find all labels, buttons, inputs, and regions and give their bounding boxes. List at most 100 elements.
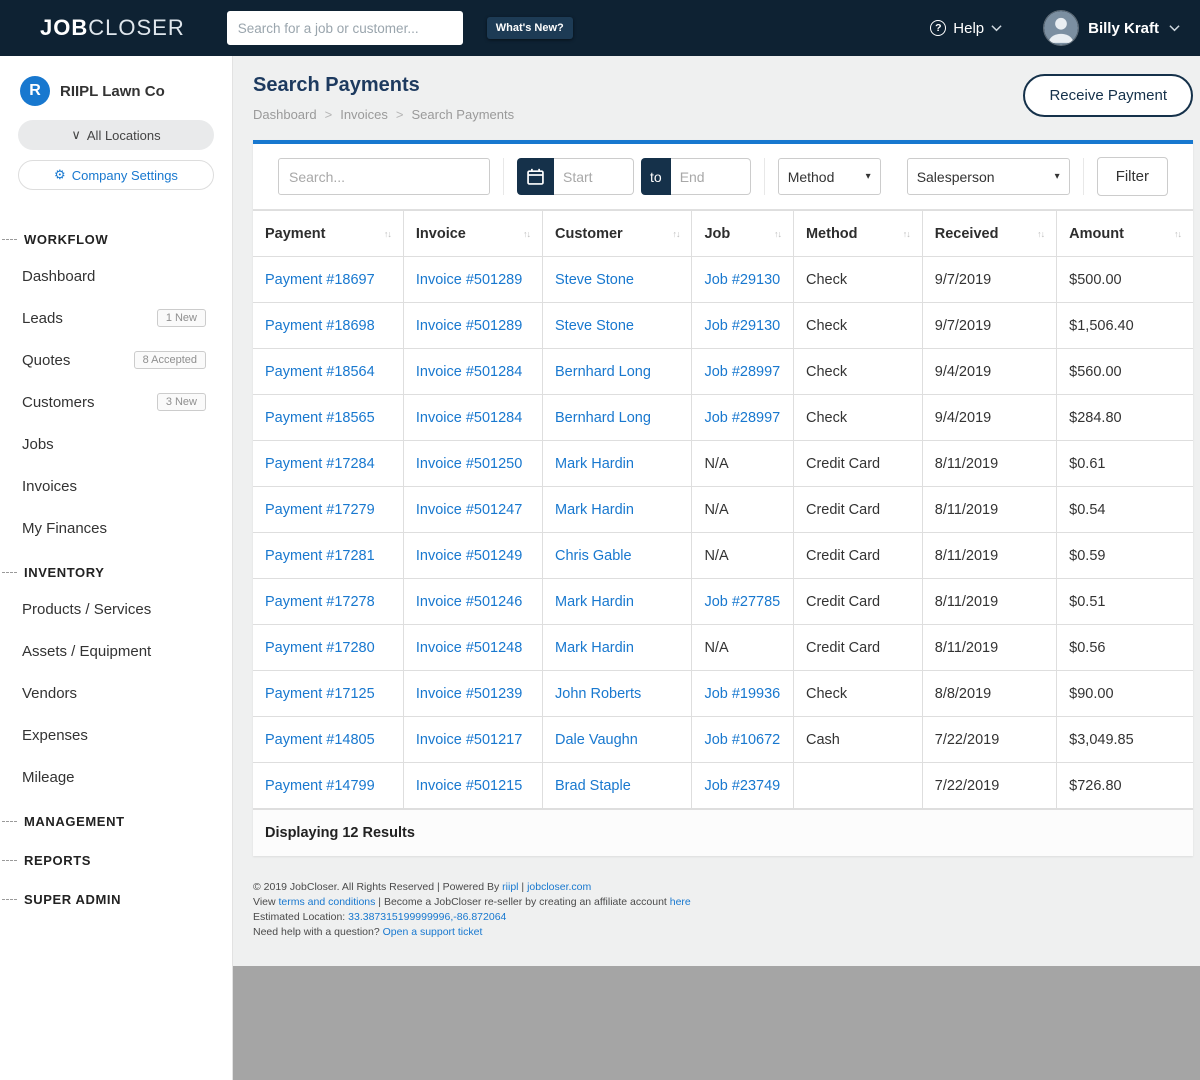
sidebar-section-inventory[interactable]: INVENTORY xyxy=(0,549,232,588)
customer-link[interactable]: Dale Vaughn xyxy=(555,732,638,748)
invoice-link[interactable]: Invoice #501217 xyxy=(416,732,522,748)
company-settings-button[interactable]: ⚙ Company Settings xyxy=(18,160,214,190)
payment-link[interactable]: Payment #17280 xyxy=(265,640,375,656)
invoice-link[interactable]: Invoice #501215 xyxy=(416,778,522,794)
payment-link[interactable]: Payment #17279 xyxy=(265,502,375,518)
breadcrumb-item-dashboard[interactable]: Dashboard xyxy=(253,107,317,122)
invoice-link[interactable]: Invoice #501248 xyxy=(416,640,522,656)
sidebar-section-label: INVENTORY xyxy=(24,565,105,580)
job-link[interactable]: Job #29130 xyxy=(704,272,780,288)
payment-link[interactable]: Payment #17284 xyxy=(265,456,375,472)
whats-new-button[interactable]: What's New? xyxy=(487,17,573,39)
sidebar-section-super-admin[interactable]: SUPER ADMIN xyxy=(0,876,232,915)
sidebar-item-leads[interactable]: Leads1 New xyxy=(0,297,232,339)
sidebar-item-my-finances[interactable]: My Finances xyxy=(0,507,232,549)
column-header-invoice[interactable]: Invoice↑↓ xyxy=(403,211,542,257)
column-header-amount[interactable]: Amount↑↓ xyxy=(1057,211,1193,257)
payment-link[interactable]: Payment #17278 xyxy=(265,594,375,610)
end-date-input[interactable] xyxy=(671,158,751,195)
footer-link[interactable]: here xyxy=(670,896,691,908)
received-cell: 8/11/2019 xyxy=(935,640,998,656)
customer-link[interactable]: Bernhard Long xyxy=(555,410,651,426)
filter-button[interactable]: Filter xyxy=(1097,157,1168,196)
column-header-job[interactable]: Job↑↓ xyxy=(692,211,794,257)
breadcrumb-item-invoices[interactable]: Invoices xyxy=(340,107,388,122)
job-link[interactable]: Job #28997 xyxy=(704,364,780,380)
column-header-label: Invoice xyxy=(416,226,466,242)
column-header-received[interactable]: Received↑↓ xyxy=(922,211,1056,257)
sidebar-item-expenses[interactable]: Expenses xyxy=(0,714,232,756)
payment-link[interactable]: Payment #18698 xyxy=(265,318,375,334)
global-search-input[interactable] xyxy=(227,11,463,45)
sort-icon: ↑↓ xyxy=(1174,229,1181,239)
invoice-link[interactable]: Invoice #501239 xyxy=(416,686,522,702)
customer-link[interactable]: Brad Staple xyxy=(555,778,631,794)
customer-link[interactable]: Mark Hardin xyxy=(555,456,634,472)
breadcrumb: Dashboard>Invoices>Search Payments xyxy=(253,107,514,122)
sidebar-item-products-services[interactable]: Products / Services xyxy=(0,588,232,630)
footer-link[interactable]: riipl xyxy=(502,881,518,893)
invoice-link[interactable]: Invoice #501284 xyxy=(416,364,522,380)
method-select[interactable]: Method ▾ xyxy=(778,158,881,195)
invoice-link[interactable]: Invoice #501284 xyxy=(416,410,522,426)
salesperson-select[interactable]: Salesperson ▾ xyxy=(907,158,1070,195)
sidebar-item-customers[interactable]: Customers3 New xyxy=(0,381,232,423)
footer-link[interactable]: terms and conditions xyxy=(279,896,376,908)
customer-link[interactable]: Steve Stone xyxy=(555,272,634,288)
sidebar-item-invoices[interactable]: Invoices xyxy=(0,465,232,507)
job-link[interactable]: Job #27785 xyxy=(704,594,780,610)
column-header-method[interactable]: Method↑↓ xyxy=(793,211,922,257)
invoice-link[interactable]: Invoice #501250 xyxy=(416,456,522,472)
sidebar-item-vendors[interactable]: Vendors xyxy=(0,672,232,714)
footer-link[interactable]: jobcloser.com xyxy=(527,881,591,893)
job-link[interactable]: Job #19936 xyxy=(704,686,780,702)
invoice-link[interactable]: Invoice #501247 xyxy=(416,502,522,518)
payment-link[interactable]: Payment #18565 xyxy=(265,410,375,426)
invoice-link[interactable]: Invoice #501289 xyxy=(416,272,522,288)
customer-link[interactable]: Chris Gable xyxy=(555,548,632,564)
sidebar-section-label: SUPER ADMIN xyxy=(24,892,121,907)
receive-payment-button[interactable]: Receive Payment xyxy=(1023,74,1193,117)
job-link[interactable]: Job #29130 xyxy=(704,318,780,334)
job-link[interactable]: Job #28997 xyxy=(704,410,780,426)
sidebar: R RIIPL Lawn Co ∨ All Locations ⚙ Compan… xyxy=(0,56,233,1080)
sidebar-item-quotes[interactable]: Quotes8 Accepted xyxy=(0,339,232,381)
sidebar-item-assets-equipment[interactable]: Assets / Equipment xyxy=(0,630,232,672)
customer-link[interactable]: Mark Hardin xyxy=(555,594,634,610)
sidebar-item-dashboard[interactable]: Dashboard xyxy=(0,255,232,297)
payment-link[interactable]: Payment #14805 xyxy=(265,732,375,748)
job-link[interactable]: Job #23749 xyxy=(704,778,780,794)
locations-dropdown[interactable]: ∨ All Locations xyxy=(18,120,214,150)
invoice-link[interactable]: Invoice #501246 xyxy=(416,594,522,610)
customer-link[interactable]: Steve Stone xyxy=(555,318,634,334)
payment-link[interactable]: Payment #18697 xyxy=(265,272,375,288)
sidebar-section-workflow[interactable]: WORKFLOW xyxy=(0,216,232,255)
customer-link[interactable]: Mark Hardin xyxy=(555,640,634,656)
footer-link[interactable]: 33.387315199999996,-86.872064 xyxy=(348,911,506,923)
invoice-link[interactable]: Invoice #501249 xyxy=(416,548,522,564)
payment-link[interactable]: Payment #14799 xyxy=(265,778,375,794)
sidebar-item-jobs[interactable]: Jobs xyxy=(0,423,232,465)
sidebar-section-management[interactable]: MANAGEMENT xyxy=(0,798,232,837)
payments-search-input[interactable] xyxy=(278,158,490,195)
received-cell: 9/7/2019 xyxy=(935,318,991,334)
customer-link[interactable]: Bernhard Long xyxy=(555,364,651,380)
help-menu[interactable]: ? Help xyxy=(930,20,1002,37)
sidebar-item-mileage[interactable]: Mileage xyxy=(0,756,232,798)
user-menu[interactable]: Billy Kraft xyxy=(1044,11,1180,45)
payment-link[interactable]: Payment #17125 xyxy=(265,686,375,702)
customer-link[interactable]: John Roberts xyxy=(555,686,641,702)
job-link[interactable]: Job #10672 xyxy=(704,732,780,748)
sidebar-section-reports[interactable]: REPORTS xyxy=(0,837,232,876)
app-logo[interactable]: JOBCLOSER xyxy=(40,15,185,41)
invoice-link[interactable]: Invoice #501289 xyxy=(416,318,522,334)
column-header-customer[interactable]: Customer↑↓ xyxy=(543,211,692,257)
start-date-input[interactable] xyxy=(554,158,634,195)
customer-link[interactable]: Mark Hardin xyxy=(555,502,634,518)
payment-link[interactable]: Payment #18564 xyxy=(265,364,375,380)
company-header: R RIIPL Lawn Co xyxy=(0,76,232,106)
calendar-button[interactable] xyxy=(517,158,554,195)
payment-link[interactable]: Payment #17281 xyxy=(265,548,375,564)
footer-link[interactable]: Open a support ticket xyxy=(383,926,483,938)
column-header-payment[interactable]: Payment↑↓ xyxy=(253,211,403,257)
